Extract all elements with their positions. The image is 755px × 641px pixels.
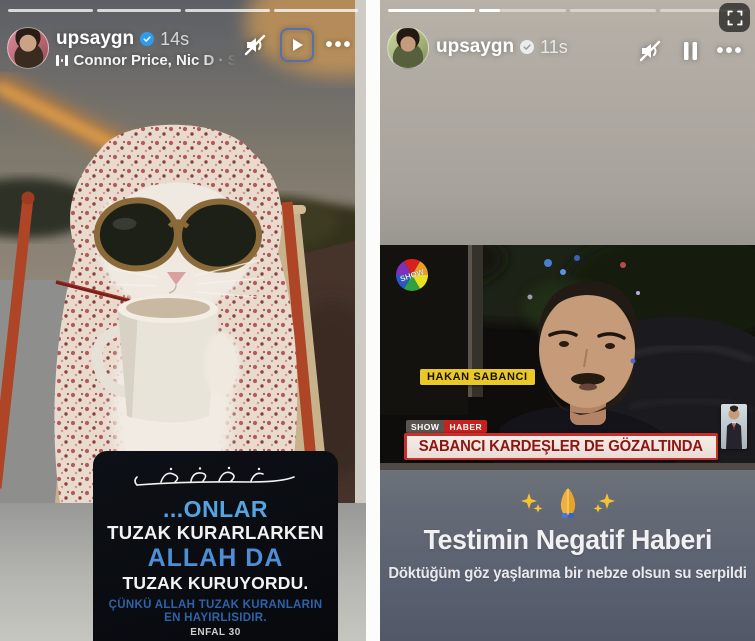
story-left-photo-cat[interactable] [0,0,366,503]
news-presenter-thumbnail [721,404,747,449]
story-left-progress-bar[interactable] [8,9,358,12]
play-button[interactable] [280,28,314,62]
story-timestamp: 11s [540,37,568,58]
mute-button[interactable] [240,28,270,62]
avatar[interactable] [387,27,429,69]
fullscreen-icon [727,10,743,26]
progress-segment [185,9,270,12]
sparkles-emoji-icon [592,491,616,515]
music-attribution[interactable]: Connor Price, Nic D · So [56,52,236,69]
show-tv-logo: SHOW [396,259,428,291]
progress-segment [97,9,182,12]
music-icon [56,55,68,67]
story-timestamp: 14s [160,29,189,50]
ticker-strip [380,463,755,470]
quote-card: ...ONLAR TUZAK KURARLARKEN ALLAH DA TUZA… [93,451,338,641]
program-tag-haber: HABER [444,420,487,433]
quote-line-3: ALLAH DA [93,545,338,573]
username[interactable]: upsaygn [56,28,134,50]
quote-line-6: EN HAYIRLISIDIR. [93,612,338,624]
avatar[interactable] [7,27,49,69]
story-caption: Testimin Negatif Haberi Döktüğüm göz yaş… [380,486,755,583]
quote-line-1: ...ONLAR [93,497,338,521]
progress-segment [388,9,475,12]
more-options-button[interactable]: ••• [324,28,354,62]
quote-line-5: ÇÜNKÜ ALLAH TUZAK KURANLARIN [93,598,338,612]
quote-line-4: TUZAK KURUYORDU. [93,573,338,595]
story-left[interactable]: upsaygn 14s Connor Price, Nic D · So [0,0,366,641]
ellipsis-icon: ••• [716,46,743,56]
mute-button[interactable] [635,34,665,68]
emoji-row [380,486,755,520]
fullscreen-button[interactable] [719,3,750,32]
username[interactable]: upsaygn [436,36,514,58]
interviewee-name-tag: HAKAN SABANCI [420,369,535,385]
program-tag-show: SHOW [406,420,444,433]
stories-screenshot: upsaygn 14s Connor Price, Nic D · So [0,0,755,641]
story-right-progress-bar[interactable] [388,9,747,12]
verified-badge-icon [520,40,534,54]
story-right-header: upsaygn 11s [380,26,755,72]
quote-line-2: TUZAK KURARLARKEN [93,521,338,545]
story-right[interactable]: upsaygn 11s [380,0,755,641]
news-headline: SABANCI KARDEŞLER DE GÖZALTINDA [419,438,703,456]
sparkles-emoji-icon [520,491,544,515]
pause-button[interactable] [675,34,705,68]
cat-scene-illustration [0,0,366,503]
ellipsis-icon: ••• [325,40,352,50]
news-headline-banner: SABANCI KARDEŞLER DE GÖZALTINDA [404,433,718,460]
caption-subtitle: Döktüğüm göz yaşlarıma bir nebze olsun s… [388,565,748,583]
progress-segment [479,9,566,12]
speaker-muted-icon [638,39,662,63]
pause-icon [683,42,698,60]
quote-verse-reference: ENFAL 30 [93,627,338,638]
speaker-muted-icon [243,33,267,57]
progress-segment [8,9,93,12]
music-attribution-label: Connor Price, Nic D · So [74,52,237,69]
tv-news-screenshot: SHOW HAKAN SABANCI SHOW HABER SABANCI KA… [380,245,755,470]
program-tag: SHOW HABER [406,420,487,433]
verified-badge-icon [140,32,154,46]
more-options-button[interactable]: ••• [715,34,745,68]
caption-title: Testimin Negatif Haberi [423,524,712,556]
story-left-header: upsaygn 14s Connor Price, Nic D · So [0,26,366,72]
progress-segment [570,9,657,12]
bismillah-calligraphy-icon [131,465,301,491]
praying-hands-emoji-icon [553,487,583,519]
play-icon [289,37,305,53]
progress-segment [274,9,359,12]
